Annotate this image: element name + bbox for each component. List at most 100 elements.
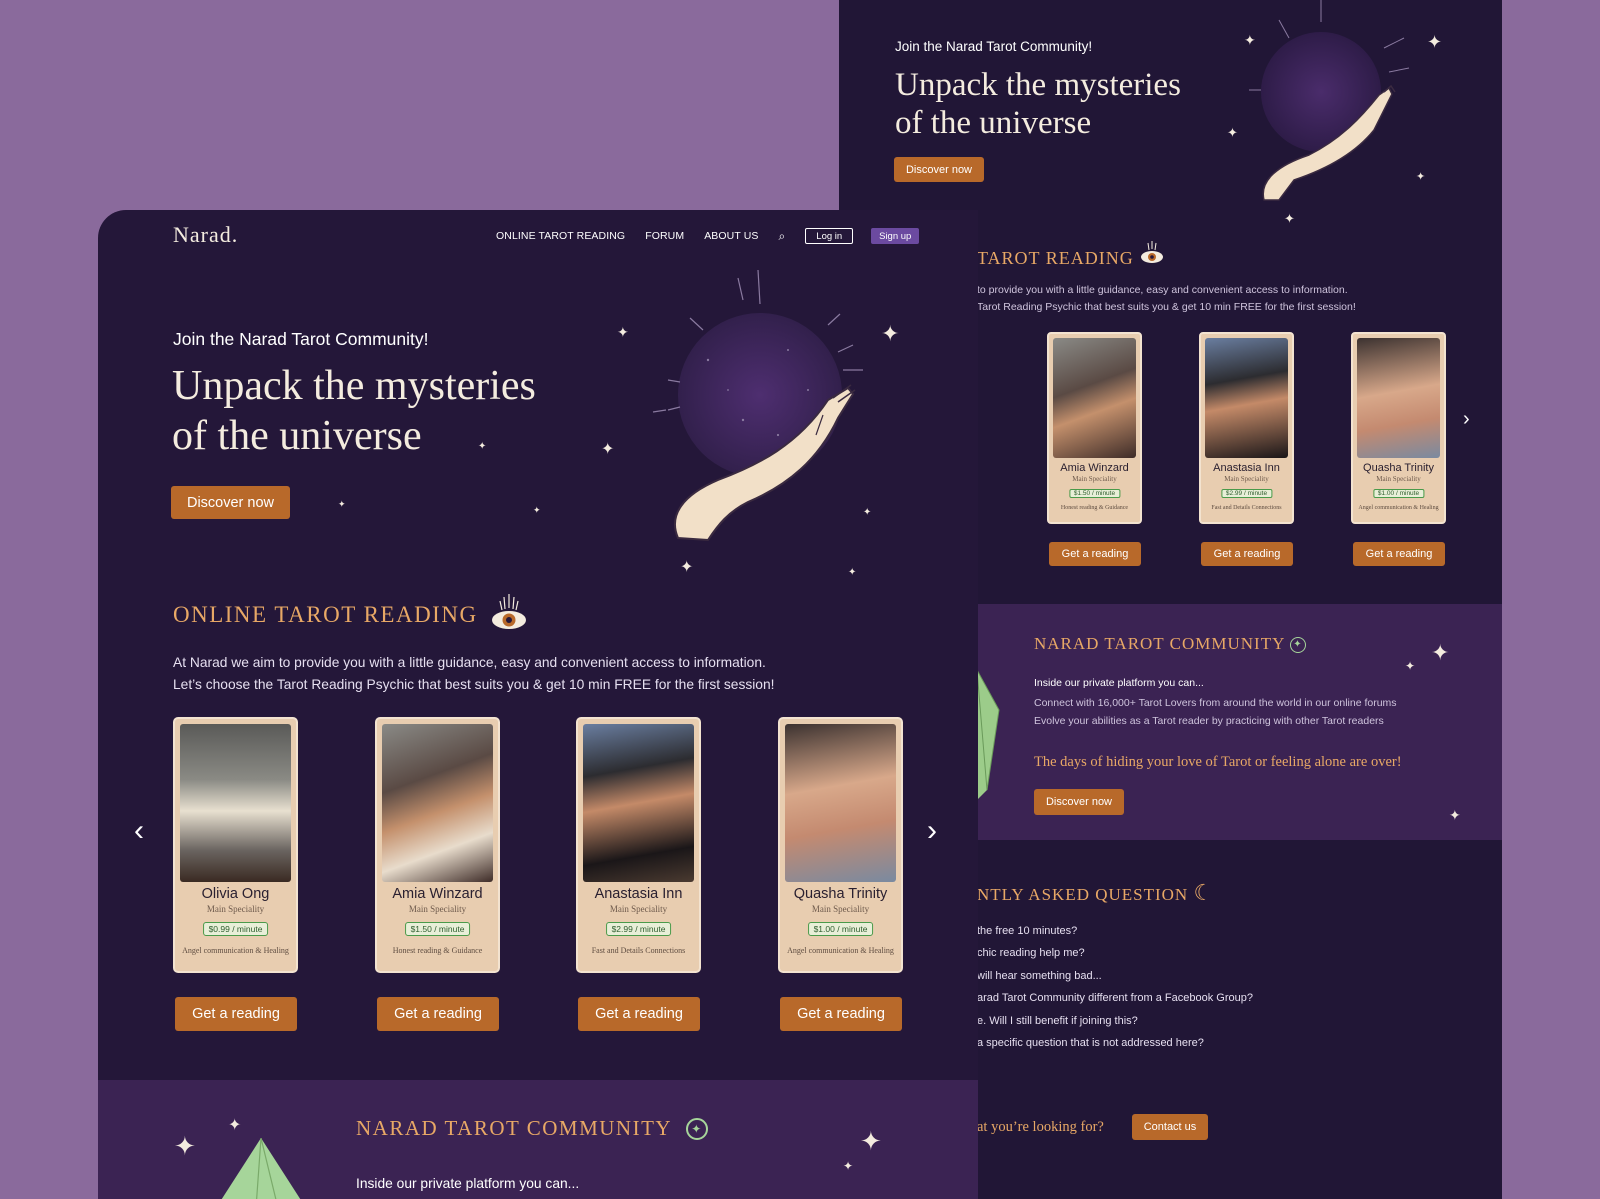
reader-price: $1.50 / minute <box>404 922 471 936</box>
sparkle-icon: ✦ <box>174 1131 196 1161</box>
reading-desc-line2: Let’s choose the Tarot Reading Psychic t… <box>173 677 775 692</box>
reader-specialty-label: Main Speciality <box>1072 475 1117 483</box>
back-desc-line1: to provide you with a little guidance, e… <box>977 284 1348 296</box>
reader-photo <box>1053 338 1136 458</box>
front-page: Narad. ONLINE TAROT READING FORUM ABOUT … <box>98 210 978 1199</box>
faq-item[interactable]: a specific question that is not addresse… <box>977 1037 1204 1049</box>
search-icon[interactable]: ⌕ <box>779 229 786 244</box>
reading-desc-line1: At Narad we aim to provide you with a li… <box>173 655 766 670</box>
chevron-right-icon[interactable]: › <box>927 816 937 846</box>
faq-item[interactable]: e. Will I still benefit if joining this? <box>977 1015 1138 1027</box>
faq-heading-text: NTLY ASKED QUESTION <box>977 885 1189 904</box>
back-get-reading-button[interactable]: Get a reading <box>1049 542 1141 566</box>
login-button[interactable]: Log in <box>805 228 854 244</box>
contact-us-button[interactable]: Contact us <box>1132 1114 1208 1140</box>
reader-specialty: Fast and Details Connections <box>591 946 686 955</box>
sparkle-icon: ✦ <box>1449 807 1461 823</box>
reader-specialty-label: Main Speciality <box>408 904 467 914</box>
get-reading-button[interactable]: Get a reading <box>377 997 499 1031</box>
reader-name: Amia Winzard <box>1060 462 1129 474</box>
back-hero-title-line2: of the universe <box>895 105 1092 141</box>
eye-icon <box>1139 240 1165 267</box>
faq-item[interactable]: chic reading help me? <box>977 947 1085 959</box>
reader-price: $2.99 / minute <box>605 922 672 936</box>
community-heading-text: NARAD TAROT COMMUNITY <box>356 1116 673 1140</box>
sparkle-icon: ✦ <box>1227 125 1238 140</box>
back-reading-heading-text: TAROT READING <box>977 248 1134 268</box>
reader-specialty: Honest reading & Guidance <box>392 946 483 955</box>
reader-name: Quasha Trinity <box>1363 462 1434 474</box>
reader-price: $1.00 / minute <box>807 922 874 936</box>
back-get-reading-button[interactable]: Get a reading <box>1201 542 1293 566</box>
back-desc-line2: Tarot Reading Psychic that best suits yo… <box>977 301 1356 313</box>
back-community-point1: Connect with 16,000+ Tarot Lovers from a… <box>1034 697 1397 709</box>
nav-online-tarot-reading[interactable]: ONLINE TAROT READING <box>496 230 625 242</box>
sparkle-icon: ✦ <box>680 559 694 576</box>
faq-list: the free 10 minutes? chic reading help m… <box>977 925 1377 1065</box>
reader-specialty: Fast and Details Connections <box>1211 505 1282 511</box>
reader-photo <box>1205 338 1288 458</box>
back-hand-moon-illustration <box>1249 0 1410 201</box>
back-community-intro: Inside our private platform you can... <box>1034 677 1204 689</box>
reader-specialty-label: Main Speciality <box>206 904 265 914</box>
faq-item[interactable]: arad Tarot Community different from a Fa… <box>977 992 1253 1004</box>
sparkle-icon: ✦ <box>1244 32 1256 48</box>
reader-card: Olivia Ong Main Speciality $0.99 / minut… <box>173 717 298 973</box>
chevron-right-icon[interactable]: › <box>1463 408 1470 431</box>
reader-price: $1.50 / minute <box>1068 489 1121 498</box>
eye-icon <box>490 592 528 638</box>
sparkle-icon: ✦ <box>533 505 541 515</box>
back-hero-kicker: Join the Narad Tarot Community! <box>895 39 1093 54</box>
reader-specialty-label: Main Speciality <box>811 904 870 914</box>
back-get-reading-button[interactable]: Get a reading <box>1353 542 1445 566</box>
reader-photo <box>180 724 291 882</box>
reader-name: Olivia Ong <box>201 886 270 902</box>
reader-card: Quasha Trinity Main Speciality $1.00 / m… <box>778 717 903 973</box>
sparkle-icon: ✦ <box>863 507 872 518</box>
reading-heading: ONLINE TAROT READING <box>173 592 528 638</box>
back-reader-card: Quasha Trinity Main Speciality $1.00 / m… <box>1351 332 1446 524</box>
sparkle-icon: ✦ <box>617 324 629 340</box>
sparkle-icon: ✦ <box>1405 659 1416 673</box>
pentacle-icon: ✦ <box>686 1117 709 1140</box>
reader-name: Quasha Trinity <box>793 886 888 902</box>
crystal-illustration <box>977 670 1000 800</box>
nav-about-us[interactable]: ABOUT US <box>704 230 758 242</box>
back-community-discover-button[interactable]: Discover now <box>1034 789 1124 815</box>
back-discover-button[interactable]: Discover now <box>894 157 984 182</box>
reader-name: Anastasia Inn <box>1213 462 1280 474</box>
hero-title-line2: of the universe <box>172 413 422 459</box>
logo[interactable]: Narad. <box>173 222 238 248</box>
back-reader-card: Anastasia Inn Main Speciality $2.99 / mi… <box>1199 332 1294 524</box>
signup-button[interactable]: Sign up <box>871 228 920 244</box>
get-reading-button[interactable]: Get a reading <box>780 997 902 1031</box>
get-reading-button[interactable]: Get a reading <box>578 997 700 1031</box>
sparkle-icon: ✦ <box>860 1126 882 1156</box>
reader-specialty: Angel communication & Healing <box>787 946 894 955</box>
chevron-left-icon[interactable]: ‹ <box>134 816 144 846</box>
sparkle-icon: ✦ <box>1284 211 1295 226</box>
pentacle-icon: ✦ <box>1289 637 1306 654</box>
back-hero-title-line1: Unpack the mysteries <box>895 67 1181 103</box>
hero-kicker: Join the Narad Tarot Community! <box>173 329 429 349</box>
sparkle-icon: ✦ <box>228 1117 242 1134</box>
main-nav: ONLINE TAROT READING FORUM ABOUT US ⌕ Lo… <box>496 228 920 244</box>
nav-forum[interactable]: FORUM <box>645 230 684 242</box>
back-reading-desc: to provide you with a little guidance, e… <box>977 282 1356 316</box>
reader-specialty: Honest reading & Guidance <box>1060 505 1129 511</box>
back-community-heading: NARAD TAROT COMMUNITY ✦ <box>1034 634 1306 654</box>
reader-photo <box>1357 338 1440 458</box>
sparkle-icon: ✦ <box>848 567 857 578</box>
sparkle-icon: ✦ <box>843 1159 854 1173</box>
get-reading-button[interactable]: Get a reading <box>175 997 297 1031</box>
reader-specialty: Angel communication & Healing <box>1358 505 1439 511</box>
faq-item[interactable]: will hear something bad... <box>977 970 1102 982</box>
faq-item[interactable]: the free 10 minutes? <box>977 925 1077 937</box>
hero-discover-button[interactable]: Discover now <box>171 486 290 519</box>
faq-heading: NTLY ASKED QUESTION ☾ <box>977 880 1214 906</box>
sparkle-icon: ✦ <box>338 499 346 509</box>
back-community-point2: Evolve your abilities as a Tarot reader … <box>1034 715 1384 727</box>
back-community-quote: The days of hiding your love of Tarot or… <box>1034 754 1402 770</box>
reader-card: Anastasia Inn Main Speciality $2.99 / mi… <box>576 717 701 973</box>
back-reading-heading: TAROT READING <box>977 240 1165 269</box>
